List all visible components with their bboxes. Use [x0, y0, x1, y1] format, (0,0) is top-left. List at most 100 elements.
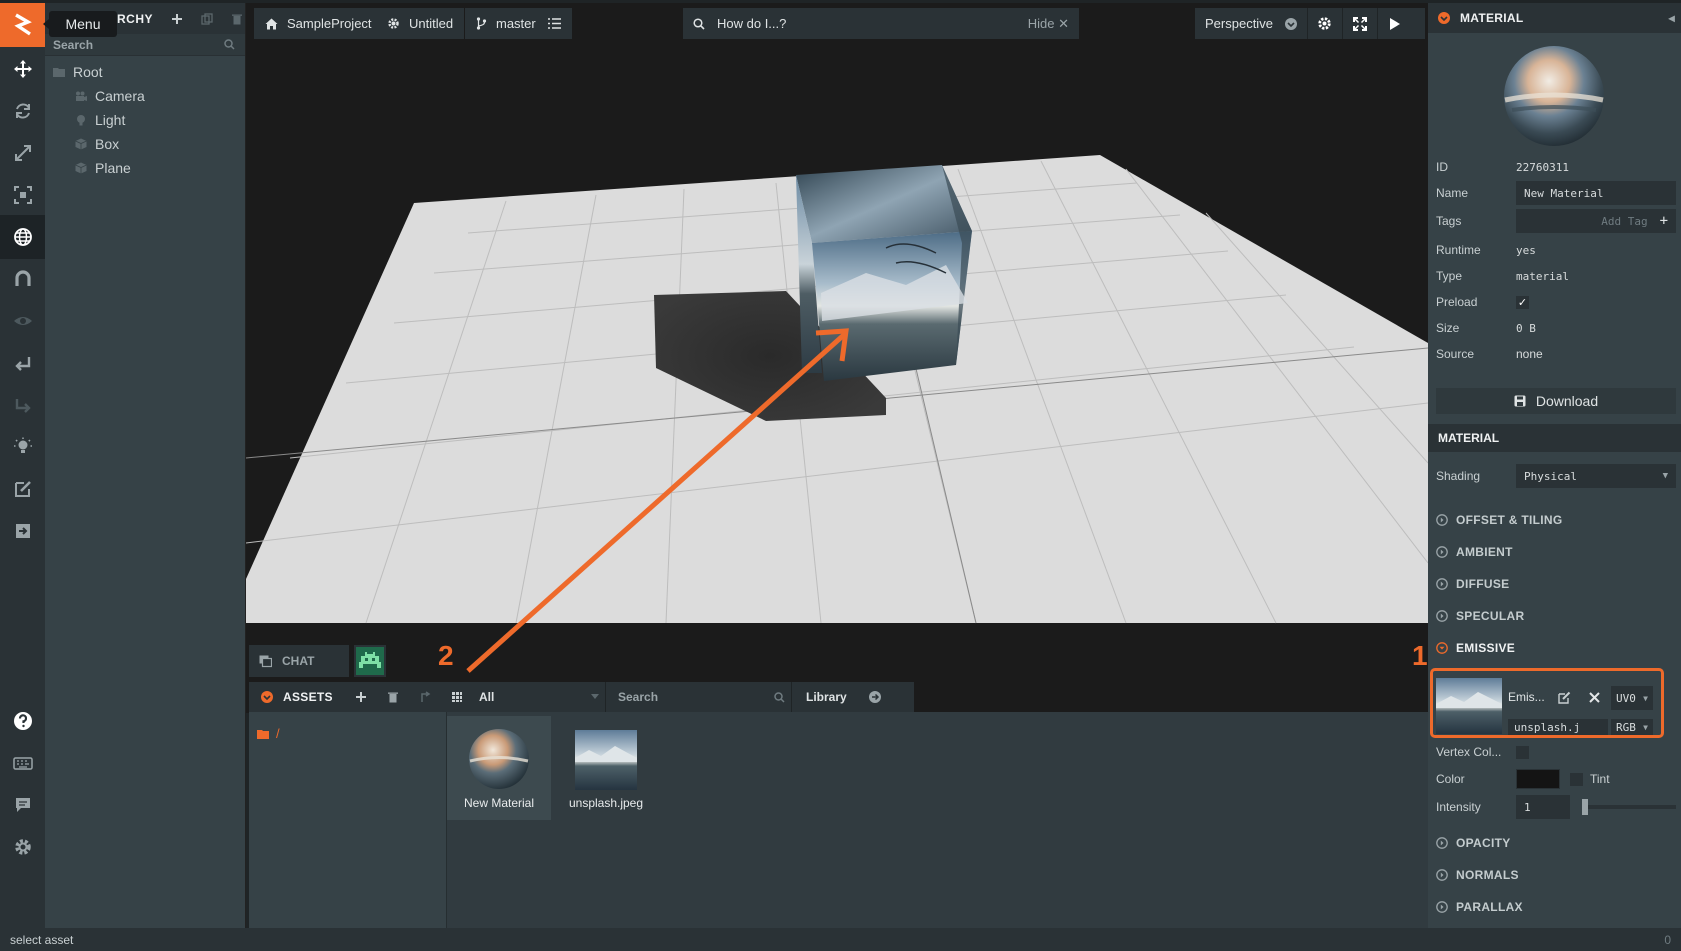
asset-tile-new-material[interactable]: New Material — [447, 716, 551, 820]
shading-select[interactable]: Physical ▼ — [1516, 464, 1676, 488]
world-space-button[interactable] — [0, 215, 45, 259]
tree-item-light[interactable]: Light — [45, 108, 245, 132]
add-asset-icon[interactable] — [355, 691, 367, 703]
grid-view-icon[interactable] — [451, 691, 463, 703]
prop-size: Size 0 B — [1436, 316, 1676, 340]
redo-icon — [15, 399, 31, 413]
code-editor-button[interactable] — [0, 467, 45, 511]
asset-tile-unsplash[interactable]: unsplash.jpeg — [554, 716, 658, 820]
section-specular[interactable]: SPECULAR — [1436, 604, 1676, 628]
tree-item-plane[interactable]: Plane — [45, 156, 245, 180]
tags-input[interactable]: Add Tag + — [1516, 209, 1676, 233]
snap-toggle-button[interactable] — [0, 257, 45, 301]
vertex-color-checkbox[interactable] — [1516, 745, 1529, 759]
section-opacity[interactable]: OPACITY — [1436, 831, 1676, 855]
prop-label: Shading — [1436, 469, 1481, 483]
asset-name: unsplash.jpeg — [568, 796, 644, 810]
project-button[interactable]: SampleProject — [254, 8, 383, 39]
add-tag-icon[interactable]: + — [1660, 213, 1668, 229]
keyboard-icon — [12, 757, 33, 770]
asset-root-folder[interactable]: / — [257, 726, 280, 741]
prop-shading: Shading Physical ▼ — [1436, 464, 1676, 488]
rotate-tool-button[interactable] — [0, 89, 45, 133]
delete-icon[interactable] — [387, 691, 399, 703]
hierarchy-search-label: Search — [53, 37, 94, 52]
intensity-input[interactable]: 1 — [1516, 795, 1570, 819]
prop-value: 22760311 — [1516, 160, 1569, 174]
focus-button[interactable] — [0, 299, 45, 343]
status-bar: select asset 0 — [0, 928, 1681, 951]
chat-button[interactable]: CHAT — [249, 645, 349, 677]
asset-search-input[interactable]: Search — [605, 682, 791, 712]
logo-menu-button[interactable] — [0, 3, 45, 47]
branch-button[interactable]: master — [465, 8, 547, 39]
texture-thumbnail — [575, 730, 637, 790]
tree-item-box[interactable]: Box — [45, 132, 245, 156]
lightmapper-button[interactable] — [0, 425, 45, 469]
shortcuts-button[interactable] — [0, 741, 45, 785]
feedback-button[interactable] — [0, 783, 45, 827]
editor-settings-button[interactable] — [1308, 8, 1343, 39]
section-emissive[interactable]: EMISSIVE — [1436, 636, 1676, 660]
help-button[interactable] — [0, 699, 45, 743]
hide-label: Hide — [1027, 15, 1055, 31]
publish-button[interactable] — [0, 509, 45, 553]
expand-circle-icon — [1436, 546, 1448, 558]
prop-preload: Preload ✓ — [1436, 290, 1676, 314]
section-title: EMISSIVE — [1456, 641, 1516, 655]
textured-cube — [796, 165, 972, 381]
slider-handle[interactable] — [1582, 799, 1588, 815]
section-normals[interactable]: NORMALS — [1436, 863, 1676, 887]
folder-icon — [257, 729, 269, 739]
preload-checkbox[interactable]: ✓ — [1516, 295, 1529, 309]
intensity-slider[interactable] — [1582, 799, 1676, 815]
panel-collapse-icon[interactable]: ◂ — [1669, 11, 1675, 25]
scene-viewport[interactable] — [246, 3, 1428, 713]
prop-label: Tags — [1436, 214, 1462, 228]
collapse-icon[interactable] — [1438, 12, 1450, 24]
magnet-icon — [14, 270, 31, 286]
tree-item-root[interactable]: Root — [45, 60, 245, 84]
download-button[interactable]: Download — [1436, 388, 1676, 414]
fullscreen-button[interactable] — [1343, 8, 1378, 39]
tree-item-camera[interactable]: Camera — [45, 84, 245, 108]
launch-button[interactable] — [1378, 8, 1413, 39]
section-title: NORMALS — [1456, 868, 1519, 882]
prop-value: material — [1516, 269, 1569, 283]
delete-icon[interactable] — [231, 13, 243, 25]
section-offset-tiling[interactable]: OFFSET & TILING — [1436, 508, 1676, 532]
section-parallax[interactable]: PARALLAX — [1436, 895, 1676, 919]
tint-checkbox[interactable] — [1570, 772, 1583, 786]
section-ambient[interactable]: AMBIENT — [1436, 540, 1676, 564]
tags-placeholder: Add Tag — [1601, 214, 1648, 228]
undo-button[interactable] — [0, 341, 45, 385]
asset-library-button[interactable]: Library — [791, 682, 887, 712]
translate-tool-button[interactable] — [0, 47, 45, 91]
light-icon — [77, 115, 85, 126]
section-diffuse[interactable]: DIFFUSE — [1436, 572, 1676, 596]
hide-help-button[interactable]: Hide ✕ — [1028, 16, 1069, 32]
prop-label: Runtime — [1436, 243, 1481, 257]
hierarchy-search[interactable]: Search — [45, 34, 245, 56]
redo-button[interactable] — [0, 383, 45, 427]
scale-tool-button[interactable] — [0, 131, 45, 175]
add-entity-icon[interactable] — [171, 13, 183, 25]
up-folder-icon[interactable] — [419, 691, 431, 703]
scene-settings-button[interactable]: Untitled — [376, 8, 465, 39]
annotation-marker-2: 2 — [438, 640, 454, 671]
color-swatch[interactable] — [1516, 769, 1560, 789]
duplicate-icon[interactable] — [201, 12, 213, 25]
name-input[interactable]: New Material — [1516, 181, 1676, 205]
user-avatar[interactable] — [354, 645, 386, 677]
section-title: OPACITY — [1456, 836, 1511, 850]
help-search-box[interactable]: How do I...? Hide ✕ — [683, 8, 1079, 39]
settings-button[interactable] — [0, 825, 45, 869]
toolbar-list-button[interactable] — [537, 8, 572, 39]
resize-tool-button[interactable] — [0, 173, 45, 217]
status-message: select asset — [10, 932, 74, 947]
asset-filter-select[interactable]: All — [473, 682, 605, 712]
tree-item-label: Light — [95, 112, 126, 128]
assets-collapse-toggle[interactable]: ASSETS — [249, 690, 341, 704]
camera-select[interactable]: Perspective — [1195, 8, 1308, 39]
prop-label: Preload — [1436, 295, 1478, 309]
